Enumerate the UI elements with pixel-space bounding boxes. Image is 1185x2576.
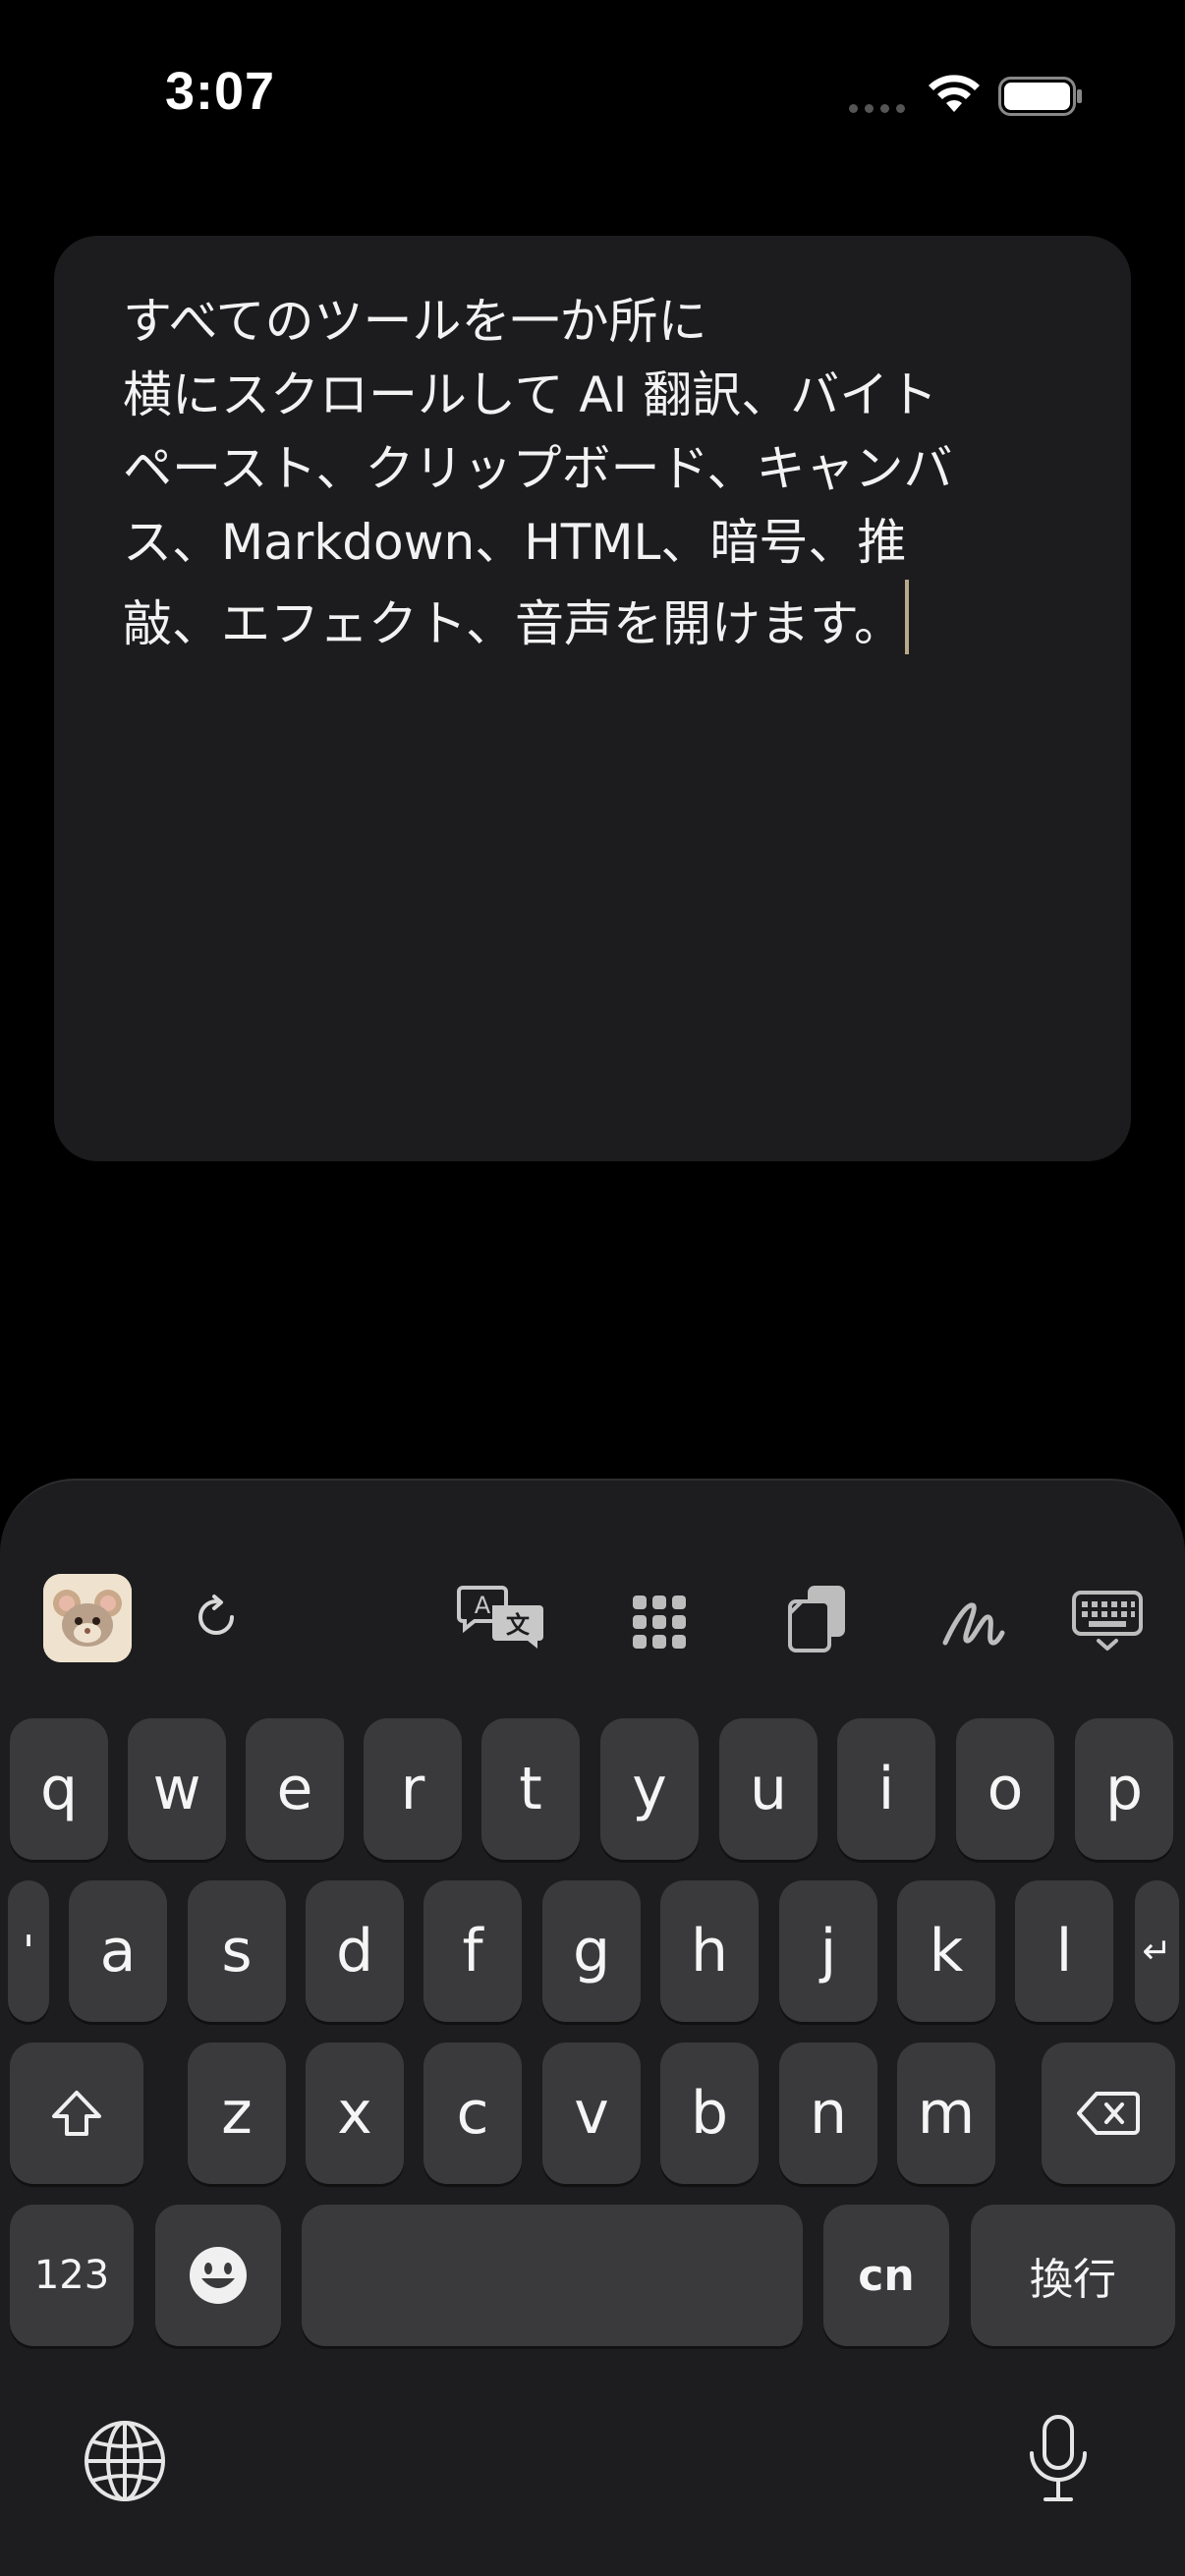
key-apostrophe[interactable]: ' [8, 1880, 49, 2022]
grid-icon[interactable] [631, 1594, 688, 1651]
key-i[interactable]: i [837, 1718, 935, 1860]
key-g[interactable]: g [542, 1880, 641, 2022]
key-r[interactable]: r [364, 1718, 462, 1860]
handwriting-icon[interactable] [941, 1592, 1006, 1651]
key-b[interactable]: b [660, 2043, 759, 2184]
key-u[interactable]: u [719, 1718, 818, 1860]
text-line-4: ス、Markdown、HTML、暗号、推 [123, 514, 907, 571]
text-line-1: すべてのツールを一か所に [123, 293, 707, 350]
key-return-small[interactable]: ↵ [1135, 1880, 1179, 2022]
key-l[interactable]: l [1015, 1880, 1113, 2022]
backspace-icon [1077, 2092, 1140, 2135]
key-q[interactable]: q [10, 1718, 108, 1860]
cellular-signal-icon [849, 104, 905, 113]
shift-icon [52, 2091, 101, 2136]
key-z[interactable]: z [188, 2043, 286, 2184]
key-v[interactable]: v [542, 2043, 641, 2184]
key-h[interactable]: h [660, 1880, 759, 2022]
key-a[interactable]: a [69, 1880, 167, 2022]
backspace-key[interactable] [1042, 2043, 1175, 2184]
key-f[interactable]: f [423, 1880, 522, 2022]
emoji-key[interactable] [155, 2205, 281, 2346]
language-key[interactable]: cn [823, 2205, 949, 2346]
clipboard-icon[interactable] [786, 1584, 849, 1654]
globe-icon[interactable] [83, 2419, 167, 2503]
emoji-icon [190, 2247, 247, 2304]
key-s[interactable]: s [188, 1880, 286, 2022]
keyboard-hide-icon[interactable] [1071, 1590, 1144, 1652]
text-editor[interactable]: すべてのツールを一か所に 横にスクロールして AI 翻訳、バイト ペースト、クリ… [54, 236, 1131, 1161]
key-w[interactable]: w [128, 1718, 226, 1860]
text-line-5: 敲、エフェクト、音声を開けます。 [123, 595, 903, 652]
key-c[interactable]: c [423, 2043, 522, 2184]
numbers-key[interactable]: 123 [10, 2205, 134, 2346]
key-n[interactable]: n [779, 2043, 877, 2184]
text-line-3: ペースト、クリップボード、キャンバ [123, 440, 953, 497]
refresh-icon[interactable] [193, 1594, 240, 1641]
key-m[interactable]: m [897, 2043, 995, 2184]
key-k[interactable]: k [897, 1880, 995, 2022]
shift-key[interactable] [10, 2043, 143, 2184]
key-x[interactable]: x [306, 2043, 404, 2184]
svg-text:A: A [475, 1592, 491, 1619]
return-key[interactable]: 換行 [971, 2205, 1175, 2346]
text-line-2: 横にスクロールして AI 翻訳、バイト [123, 366, 938, 423]
keyboard-toolbar: A 文 [0, 1574, 1185, 1672]
battery-icon [998, 77, 1082, 116]
wifi-icon [929, 75, 980, 112]
status-bar: 3:07 [0, 0, 1185, 196]
status-time: 3:07 [165, 62, 276, 121]
key-j[interactable]: j [779, 1880, 877, 2022]
key-o[interactable]: o [956, 1718, 1054, 1860]
text-caret [905, 580, 909, 654]
text-content[interactable]: すべてのツールを一か所に 横にスクロールして AI 翻訳、バイト ペースト、クリ… [123, 285, 1072, 661]
key-y[interactable]: y [600, 1718, 699, 1860]
key-p[interactable]: p [1075, 1718, 1173, 1860]
key-e[interactable]: e [246, 1718, 344, 1860]
keyboard: A 文 q w e r t y u i o p ' a s d f g h j … [0, 1479, 1185, 2576]
svg-text:文: 文 [506, 1611, 531, 1639]
space-key[interactable] [302, 2205, 803, 2346]
app-avatar[interactable] [43, 1574, 132, 1662]
microphone-icon[interactable] [1026, 2414, 1091, 2504]
translate-icon[interactable]: A 文 [457, 1584, 547, 1652]
key-d[interactable]: d [306, 1880, 404, 2022]
key-t[interactable]: t [481, 1718, 580, 1860]
